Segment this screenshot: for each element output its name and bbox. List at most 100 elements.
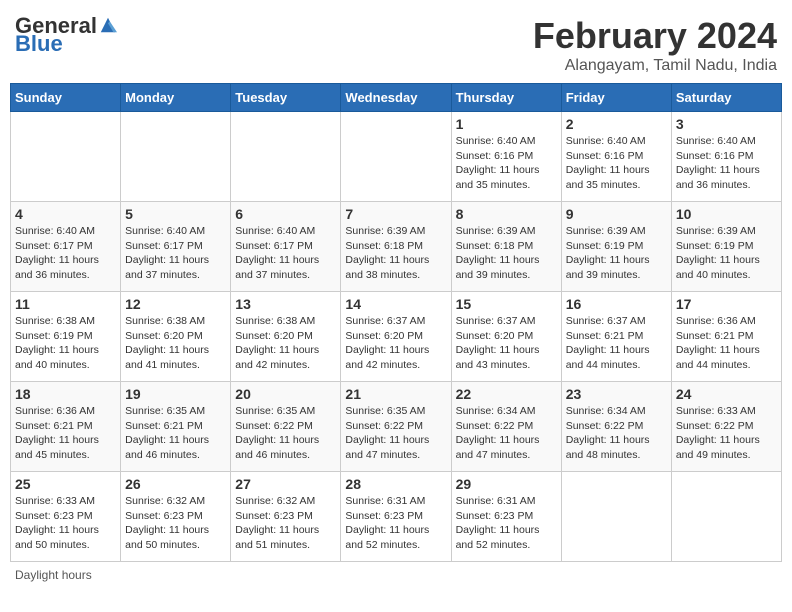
table-row: 4Sunrise: 6:40 AMSunset: 6:17 PMDaylight… [11,202,121,292]
day-number: 3 [676,116,777,132]
table-row: 1 Sunrise: 6:40 AMSunset: 6:16 PMDaylight… [451,112,561,202]
day-number: 4 [15,206,116,222]
table-row: 17 Sunrise: 6:36 AMSunset: 6:21 PMDayligh… [671,292,781,382]
table-row: 20Sunrise: 6:35 AMSunset: 6:22 PMDayligh… [231,382,341,472]
calendar-header-row: Sunday Monday Tuesday Wednesday Thursday… [11,84,782,112]
table-row [11,112,121,202]
day-number: 6 [235,206,336,222]
day-number: 5 [125,206,226,222]
day-number: 12 [125,296,226,312]
day-info: Sunrise: 6:40 AMSunset: 6:16 PMDaylight:… [676,134,777,193]
day-info: Sunrise: 6:39 AMSunset: 6:19 PMDaylight:… [676,224,777,283]
table-row: 3 Sunrise: 6:40 AMSunset: 6:16 PMDaylight… [671,112,781,202]
day-info: Sunrise: 6:38 AMSunset: 6:20 PMDaylight:… [235,314,336,373]
day-info: Sunrise: 6:39 AMSunset: 6:19 PMDaylight:… [566,224,667,283]
logo-blue-text: Blue [15,33,63,55]
table-row: 13Sunrise: 6:38 AMSunset: 6:20 PMDayligh… [231,292,341,382]
table-row: 24Sunrise: 6:33 AMSunset: 6:22 PMDayligh… [671,382,781,472]
table-row: 29 Sunrise: 6:31 AMSunset: 6:23 PMDayligh… [451,472,561,562]
day-number: 29 [456,476,557,492]
day-info: Sunrise: 6:38 AMSunset: 6:20 PMDaylight:… [125,314,226,373]
day-number: 1 [456,116,557,132]
table-row: 26 Sunrise: 6:32 AMSunset: 6:23 PMDayligh… [121,472,231,562]
table-row [561,472,671,562]
table-row: 10 Sunrise: 6:39 AMSunset: 6:19 PMDayligh… [671,202,781,292]
table-row: 6 Sunrise: 6:40 AMSunset: 6:17 PMDaylight… [231,202,341,292]
day-number: 11 [15,296,116,312]
day-info: Sunrise: 6:31 AMSunset: 6:23 PMDaylight:… [345,494,446,553]
day-number: 16 [566,296,667,312]
day-number: 23 [566,386,667,402]
day-number: 21 [345,386,446,402]
day-number: 20 [235,386,336,402]
table-row: 5 Sunrise: 6:40 AMSunset: 6:17 PMDaylight… [121,202,231,292]
day-number: 24 [676,386,777,402]
day-info: Sunrise: 6:35 AMSunset: 6:21 PMDaylight:… [125,404,226,463]
table-row: 18Sunrise: 6:36 AMSunset: 6:21 PMDayligh… [11,382,121,472]
table-row: 2 Sunrise: 6:40 AMSunset: 6:16 PMDaylight… [561,112,671,202]
calendar-week-1: 1 Sunrise: 6:40 AMSunset: 6:16 PMDaylight… [11,112,782,202]
day-number: 2 [566,116,667,132]
day-info: Sunrise: 6:32 AMSunset: 6:23 PMDaylight:… [235,494,336,553]
table-row [671,472,781,562]
col-header-friday: Friday [561,84,671,112]
daylight-hours-label: Daylight hours [15,568,92,582]
day-info: Sunrise: 6:35 AMSunset: 6:22 PMDaylight:… [345,404,446,463]
calendar-week-3: 11 Sunrise: 6:38 AMSunset: 6:19 PMDayligh… [11,292,782,382]
footer: Daylight hours [10,568,782,582]
col-header-tuesday: Tuesday [231,84,341,112]
day-info: Sunrise: 6:40 AMSunset: 6:16 PMDaylight:… [456,134,557,193]
table-row: 21 Sunrise: 6:35 AMSunset: 6:22 PMDayligh… [341,382,451,472]
day-info: Sunrise: 6:40 AMSunset: 6:16 PMDaylight:… [566,134,667,193]
title-section: February 2024 Alangayam, Tamil Nadu, Ind… [533,15,777,75]
day-info: Sunrise: 6:37 AMSunset: 6:21 PMDaylight:… [566,314,667,373]
day-info: Sunrise: 6:33 AMSunset: 6:23 PMDaylight:… [15,494,116,553]
day-number: 10 [676,206,777,222]
day-info: Sunrise: 6:36 AMSunset: 6:21 PMDaylight:… [676,314,777,373]
table-row: 27 Sunrise: 6:32 AMSunset: 6:23 PMDayligh… [231,472,341,562]
header: General Blue February 2024 Alangayam, Ta… [10,10,782,75]
day-info: Sunrise: 6:39 AMSunset: 6:18 PMDaylight:… [456,224,557,283]
day-number: 8 [456,206,557,222]
main-title: February 2024 [533,15,777,57]
table-row: 28 Sunrise: 6:31 AMSunset: 6:23 PMDayligh… [341,472,451,562]
day-info: Sunrise: 6:37 AMSunset: 6:20 PMDaylight:… [345,314,446,373]
table-row: 25 Sunrise: 6:33 AMSunset: 6:23 PMDayligh… [11,472,121,562]
table-row: 16 Sunrise: 6:37 AMSunset: 6:21 PMDayligh… [561,292,671,382]
table-row: 19Sunrise: 6:35 AMSunset: 6:21 PMDayligh… [121,382,231,472]
logo-icon [99,16,117,34]
col-header-wednesday: Wednesday [341,84,451,112]
day-number: 22 [456,386,557,402]
table-row: 14Sunrise: 6:37 AMSunset: 6:20 PMDayligh… [341,292,451,382]
day-info: Sunrise: 6:34 AMSunset: 6:22 PMDaylight:… [566,404,667,463]
day-number: 18 [15,386,116,402]
day-info: Sunrise: 6:31 AMSunset: 6:23 PMDaylight:… [456,494,557,553]
day-number: 7 [345,206,446,222]
day-number: 25 [15,476,116,492]
day-number: 26 [125,476,226,492]
table-row: 22 Sunrise: 6:34 AMSunset: 6:22 PMDayligh… [451,382,561,472]
day-info: Sunrise: 6:39 AMSunset: 6:18 PMDaylight:… [345,224,446,283]
table-row: 12 Sunrise: 6:38 AMSunset: 6:20 PMDayligh… [121,292,231,382]
day-info: Sunrise: 6:40 AMSunset: 6:17 PMDaylight:… [235,224,336,283]
col-header-sunday: Sunday [11,84,121,112]
day-number: 27 [235,476,336,492]
col-header-monday: Monday [121,84,231,112]
day-info: Sunrise: 6:38 AMSunset: 6:19 PMDaylight:… [15,314,116,373]
col-header-thursday: Thursday [451,84,561,112]
day-info: Sunrise: 6:37 AMSunset: 6:20 PMDaylight:… [456,314,557,373]
day-number: 28 [345,476,446,492]
subtitle: Alangayam, Tamil Nadu, India [533,57,777,75]
calendar-week-5: 25 Sunrise: 6:33 AMSunset: 6:23 PMDayligh… [11,472,782,562]
day-number: 17 [676,296,777,312]
table-row [121,112,231,202]
calendar-table: Sunday Monday Tuesday Wednesday Thursday… [10,83,782,562]
day-info: Sunrise: 6:40 AMSunset: 6:17 PMDaylight:… [125,224,226,283]
day-info: Sunrise: 6:34 AMSunset: 6:22 PMDaylight:… [456,404,557,463]
table-row [341,112,451,202]
table-row: 9 Sunrise: 6:39 AMSunset: 6:19 PMDaylight… [561,202,671,292]
day-number: 9 [566,206,667,222]
day-info: Sunrise: 6:32 AMSunset: 6:23 PMDaylight:… [125,494,226,553]
table-row: 23 Sunrise: 6:34 AMSunset: 6:22 PMDayligh… [561,382,671,472]
calendar-week-4: 18Sunrise: 6:36 AMSunset: 6:21 PMDayligh… [11,382,782,472]
